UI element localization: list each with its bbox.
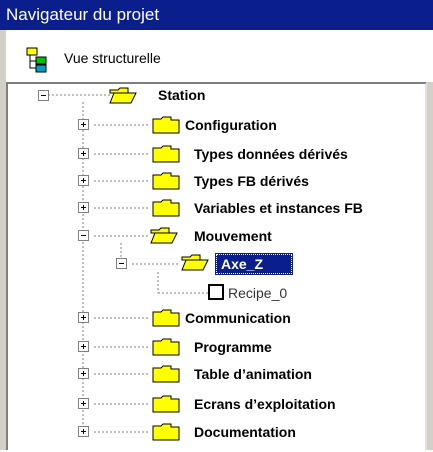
- recipe-icon: [208, 284, 224, 300]
- tree-node-label: Documentation: [194, 424, 296, 440]
- tree-node-communication[interactable]: Communication: [185, 310, 291, 326]
- tree-node-types-donnees-derives[interactable]: Types données dérivés: [194, 146, 348, 162]
- expand-toggle[interactable]: [78, 312, 89, 323]
- view-label[interactable]: Vue structurelle: [64, 50, 161, 66]
- folder-open-icon: [181, 254, 209, 271]
- expand-toggle[interactable]: [78, 202, 89, 213]
- tree-node-label: Programme: [194, 339, 272, 355]
- folder-open-icon: [109, 87, 137, 104]
- tree-node-types-fb-derives[interactable]: Types FB dérivés: [194, 173, 309, 189]
- tree-node-table-animation[interactable]: Table d’animation: [194, 366, 312, 382]
- tree-node-recipe-0[interactable]: Recipe_0: [228, 285, 287, 301]
- structure-view-icon[interactable]: [26, 47, 48, 73]
- tree-node-label: Ecrans d’exploitation: [194, 396, 336, 412]
- expand-toggle[interactable]: [78, 119, 89, 130]
- tree-node-label: Mouvement: [194, 228, 272, 244]
- tree-node-configuration[interactable]: Configuration: [185, 117, 277, 133]
- folder-icon: [152, 172, 180, 190]
- expand-toggle[interactable]: [78, 368, 89, 379]
- tree-node-ecrans-exploitation[interactable]: Ecrans d’exploitation: [194, 396, 336, 412]
- expand-toggle[interactable]: [78, 341, 89, 352]
- tree-node-label: Types données dérivés: [194, 146, 348, 162]
- tree-node-mouvement[interactable]: Mouvement: [194, 228, 272, 244]
- tree-node-label: Types FB dérivés: [194, 173, 309, 189]
- folder-icon: [152, 423, 180, 441]
- expand-toggle[interactable]: [78, 148, 89, 159]
- tree-node-label: Variables et instances FB: [194, 200, 363, 216]
- expand-toggle[interactable]: [78, 398, 89, 409]
- tree-node-documentation[interactable]: Documentation: [194, 424, 296, 440]
- expand-toggle[interactable]: [78, 175, 89, 186]
- tree-pane[interactable]: Station Configuration Types données déri…: [6, 82, 427, 450]
- tree-node-axe-z[interactable]: Axe_Z: [215, 253, 293, 275]
- expand-toggle[interactable]: [78, 426, 89, 437]
- folder-icon: [152, 395, 180, 413]
- tree-node-station[interactable]: Station: [158, 87, 205, 103]
- tree-node-label: Station: [158, 87, 206, 103]
- folder-open-icon: [150, 227, 178, 244]
- tree-node-variables-et-instances-fb[interactable]: Variables et instances FB: [194, 200, 363, 216]
- tree-node-label: Communication: [185, 310, 291, 326]
- tree-node-label: Configuration: [185, 117, 277, 133]
- root-collapse-toggle[interactable]: [38, 90, 49, 101]
- project-navigator-window: Navigateur du projet Vue structurelle St…: [0, 0, 433, 450]
- folder-icon: [152, 309, 180, 327]
- tree-node-programme[interactable]: Programme: [194, 339, 272, 355]
- folder-icon: [152, 338, 180, 356]
- collapse-toggle[interactable]: [78, 230, 89, 241]
- folder-icon: [152, 145, 180, 163]
- tree-node-label: Table d’animation: [194, 366, 312, 382]
- collapse-toggle[interactable]: [116, 258, 127, 269]
- folder-icon: [152, 116, 180, 134]
- window-title: Navigateur du projet: [0, 0, 433, 30]
- view-header: Vue structurelle: [0, 30, 433, 82]
- folder-icon: [152, 199, 180, 217]
- folder-icon: [152, 365, 180, 383]
